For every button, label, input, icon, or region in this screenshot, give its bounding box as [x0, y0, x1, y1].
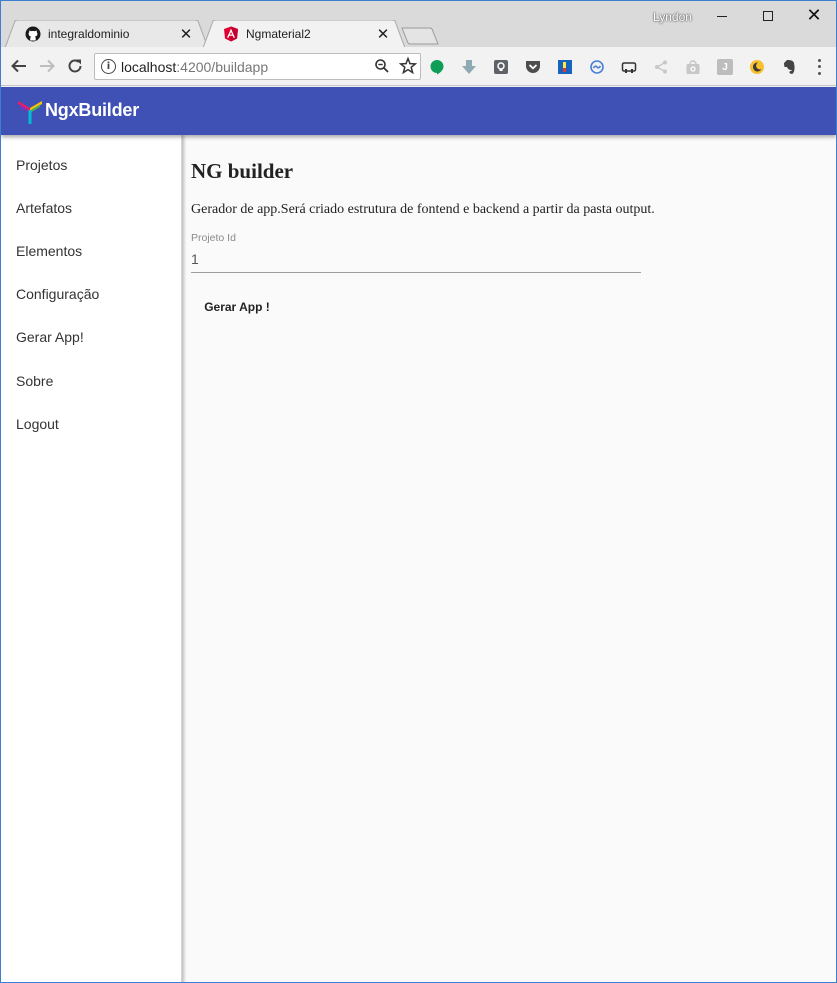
bag-icon[interactable] [685, 59, 701, 75]
reload-icon [68, 59, 82, 73]
nav-item-elementos[interactable]: Elementos [1, 229, 181, 272]
minimize-button[interactable] [699, 1, 745, 31]
sync-icon[interactable] [589, 59, 605, 75]
close-icon[interactable]: ✕ [375, 25, 391, 43]
nav-item-projetos[interactable]: Projetos [1, 143, 181, 186]
hangouts-icon[interactable] [429, 59, 445, 75]
nav-list: Projetos Artefatos Elementos Configuraçã… [1, 135, 181, 445]
url-host: localhost [121, 59, 177, 75]
shortcut-icon[interactable] [621, 59, 637, 75]
download-icon[interactable] [461, 59, 477, 75]
projeto-id-input[interactable] [191, 248, 641, 270]
moon-icon[interactable] [749, 59, 765, 75]
minimize-icon [717, 15, 727, 17]
page-title: NG builder [191, 159, 294, 183]
nav-item-sobre[interactable]: Sobre [1, 359, 181, 402]
arrow-left-icon [11, 59, 26, 73]
browser-toolbar: i localhost:4200/buildapp J [1, 47, 836, 86]
projeto-id-label: Projeto Id [191, 232, 236, 244]
new-tab-icon[interactable] [401, 27, 439, 45]
extension-blue-icon[interactable] [557, 59, 573, 75]
back-button[interactable] [8, 55, 30, 77]
maximize-icon [763, 11, 773, 21]
maximize-button[interactable] [745, 1, 791, 31]
forward-button[interactable] [36, 55, 58, 77]
tab-ngmaterial2[interactable]: Ngmaterial2 ✕ [203, 20, 405, 48]
info-icon[interactable]: i [101, 59, 116, 74]
evernote-icon[interactable] [781, 59, 797, 75]
main-content: NG builder Gerador de app.Será criado es… [183, 135, 836, 982]
nav-item-gerar-app[interactable]: Gerar App! [1, 316, 181, 359]
bookmark-star-icon[interactable] [399, 56, 417, 76]
gerar-app-button[interactable]: Gerar App ! [191, 289, 283, 325]
nav-item-logout[interactable]: Logout [1, 402, 181, 445]
projeto-id-field: Projeto Id [191, 232, 641, 273]
title-bar: integraldominio ✕ Ngmaterial2 ✕ Lyndon ✕ [1, 1, 836, 48]
profile-name[interactable]: Lyndon [653, 10, 692, 24]
kebab-menu-icon[interactable] [813, 57, 825, 77]
browser-window: integraldominio ✕ Ngmaterial2 ✕ Lyndon ✕… [0, 0, 837, 983]
app-header: NgxBuilder [1, 87, 836, 135]
url-text[interactable]: localhost:4200/buildapp [121, 59, 268, 75]
ngxbuilder-logo-icon [18, 101, 42, 124]
side-nav: Projetos Artefatos Elementos Configuraçã… [1, 135, 182, 982]
zoom-icon[interactable] [374, 57, 390, 75]
url-path: :4200/buildapp [176, 59, 269, 75]
app-brand-title[interactable]: NgxBuilder [45, 100, 139, 121]
window-close-button[interactable]: ✕ [791, 1, 836, 31]
github-icon [25, 26, 41, 42]
keep-icon[interactable] [493, 59, 509, 75]
page-description: Gerador de app.Será criado estrutura de … [191, 202, 655, 217]
reload-button[interactable] [64, 55, 86, 77]
address-bar[interactable]: i localhost:4200/buildapp [94, 53, 421, 80]
pocket-icon[interactable] [525, 59, 541, 75]
arrow-right-icon [40, 59, 55, 73]
close-icon: ✕ [806, 5, 822, 26]
nav-item-configuracao[interactable]: Configuração [1, 273, 181, 316]
j-extension-icon[interactable]: J [717, 59, 733, 75]
share-icon[interactable] [653, 59, 669, 75]
tab-integraldominio[interactable]: integraldominio ✕ [5, 20, 208, 48]
close-icon[interactable]: ✕ [178, 25, 194, 43]
tab-title: Ngmaterial2 [246, 27, 311, 41]
nav-item-artefatos[interactable]: Artefatos [1, 186, 181, 229]
angular-icon [224, 26, 238, 42]
tab-title: integraldominio [48, 27, 130, 41]
